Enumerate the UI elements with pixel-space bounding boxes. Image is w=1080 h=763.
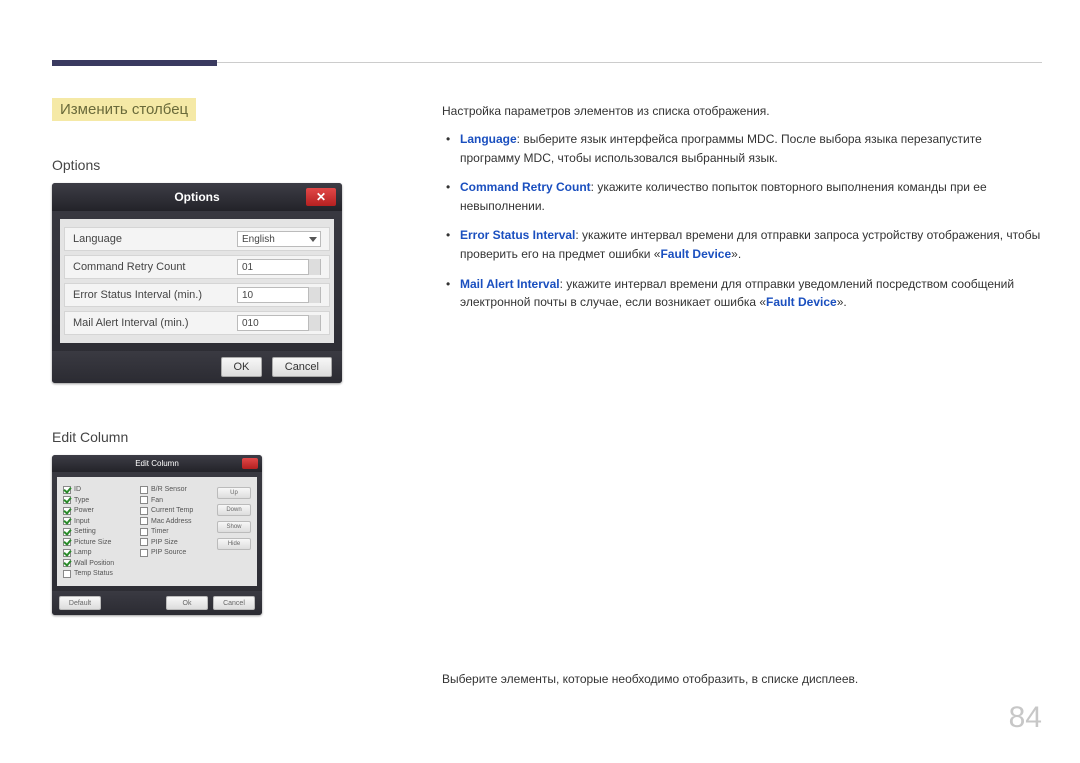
bullet-mail-interval: Mail Alert Interval: укажите интервал вр…	[460, 275, 1042, 312]
checkbox-icon	[63, 528, 71, 536]
checkbox-icon	[63, 486, 71, 494]
page-accent-rule	[52, 60, 217, 66]
retry-count-label: Command Retry Count	[73, 261, 186, 273]
editcol-subheading: Edit Column	[52, 429, 342, 445]
checkbox-icon	[63, 496, 71, 504]
checkbox-label: Power	[74, 507, 94, 514]
editcol-desc: Выберите элементы, которые необходимо от…	[442, 670, 1042, 688]
options-dialog-titlebar: Options ✕	[52, 183, 342, 211]
checkbox-item[interactable]: B/R Sensor	[140, 486, 211, 494]
checkbox-item[interactable]: Mac Address	[140, 517, 211, 525]
down-button[interactable]: Down	[217, 504, 251, 516]
checkbox-icon	[140, 549, 148, 557]
checkbox-icon	[63, 517, 71, 525]
checkbox-label: Type	[74, 497, 89, 504]
hide-button[interactable]: Hide	[217, 538, 251, 550]
options-subheading: Options	[52, 157, 342, 173]
checkbox-label: PIP Size	[151, 539, 178, 546]
chevron-down-icon	[309, 237, 317, 242]
checkbox-icon	[63, 559, 71, 567]
checkbox-label: Temp Status	[74, 570, 113, 577]
checkbox-label: Fan	[151, 497, 163, 504]
options-dialog-body: Language English Command Retry Count 01 …	[60, 219, 334, 343]
checkbox-label: Current Temp	[151, 507, 193, 514]
checkbox-item[interactable]: Wall Position	[63, 559, 134, 567]
error-interval-stepper[interactable]: 10	[237, 287, 321, 303]
checkbox-item[interactable]: Setting	[63, 528, 134, 536]
checkbox-label: ID	[74, 486, 81, 493]
checkbox-label: Wall Position	[74, 560, 114, 567]
checkbox-item[interactable]: Picture Size	[63, 538, 134, 546]
options-dialog-title: Options	[174, 190, 219, 204]
mail-interval-stepper[interactable]: 010	[237, 315, 321, 331]
language-label: Language	[73, 233, 122, 245]
retry-count-stepper[interactable]: 01	[237, 259, 321, 275]
error-interval-label: Error Status Interval (min.)	[73, 289, 202, 301]
checkbox-icon	[140, 496, 148, 504]
checkbox-icon	[140, 507, 148, 515]
cancel-button[interactable]: Cancel	[213, 596, 255, 610]
checkbox-item[interactable]: Input	[63, 517, 134, 525]
spinner-icon	[308, 259, 320, 275]
checkbox-icon	[140, 538, 148, 546]
ok-button[interactable]: Ok	[166, 596, 208, 610]
editcol-dialog-titlebar: Edit Column	[52, 455, 262, 472]
checkbox-label: Input	[74, 518, 90, 525]
bullet-retry: Command Retry Count: укажите количество …	[460, 178, 1042, 215]
checkbox-item[interactable]: Type	[63, 496, 134, 504]
checkbox-item[interactable]: Power	[63, 507, 134, 515]
checkbox-item[interactable]: Current Temp	[140, 507, 211, 515]
language-select[interactable]: English	[237, 231, 321, 247]
checkbox-item[interactable]: Fan	[140, 496, 211, 504]
spinner-icon	[308, 315, 320, 331]
checkbox-icon	[63, 507, 71, 515]
section-heading: Изменить столбец	[52, 98, 196, 121]
checkbox-icon	[63, 549, 71, 557]
checkbox-label: Setting	[74, 528, 96, 535]
up-button[interactable]: Up	[217, 487, 251, 499]
bullet-error-interval: Error Status Interval: укажите интервал …	[460, 226, 1042, 263]
checkbox-icon	[63, 570, 71, 578]
bullet-language: Language: выберите язык интерфейса прогр…	[460, 130, 1042, 167]
checkbox-label: B/R Sensor	[151, 486, 187, 493]
checkbox-label: Lamp	[74, 549, 92, 556]
checkbox-icon	[140, 486, 148, 494]
options-intro: Настройка параметров элементов из списка…	[442, 102, 1042, 120]
spinner-icon	[308, 287, 320, 303]
checkbox-item[interactable]: PIP Source	[140, 549, 211, 557]
checkbox-item[interactable]: PIP Size	[140, 538, 211, 546]
cancel-button[interactable]: Cancel	[272, 357, 332, 377]
checkbox-item[interactable]: ID	[63, 486, 134, 494]
page-number: 84	[1009, 701, 1042, 735]
checkbox-icon	[140, 528, 148, 536]
ok-button[interactable]: OK	[221, 357, 263, 377]
checkbox-item[interactable]: Lamp	[63, 549, 134, 557]
checkbox-icon	[63, 538, 71, 546]
options-dialog: Options ✕ Language English Command Retry…	[52, 183, 342, 383]
checkbox-item[interactable]: Temp Status	[63, 570, 134, 578]
show-button[interactable]: Show	[217, 521, 251, 533]
close-icon[interactable]: ✕	[306, 188, 336, 206]
checkbox-label: Picture Size	[74, 539, 111, 546]
default-button[interactable]: Default	[59, 596, 101, 610]
editcol-dialog-title: Edit Column	[135, 459, 179, 468]
checkbox-label: Timer	[151, 528, 169, 535]
editcol-dialog: Edit Column ID Type Power Input Setting Pictu…	[52, 455, 262, 615]
close-icon[interactable]	[242, 458, 258, 469]
checkbox-icon	[140, 517, 148, 525]
checkbox-label: PIP Source	[151, 549, 186, 556]
checkbox-item[interactable]: Timer	[140, 528, 211, 536]
mail-interval-label: Mail Alert Interval (min.)	[73, 317, 189, 329]
checkbox-label: Mac Address	[151, 518, 191, 525]
